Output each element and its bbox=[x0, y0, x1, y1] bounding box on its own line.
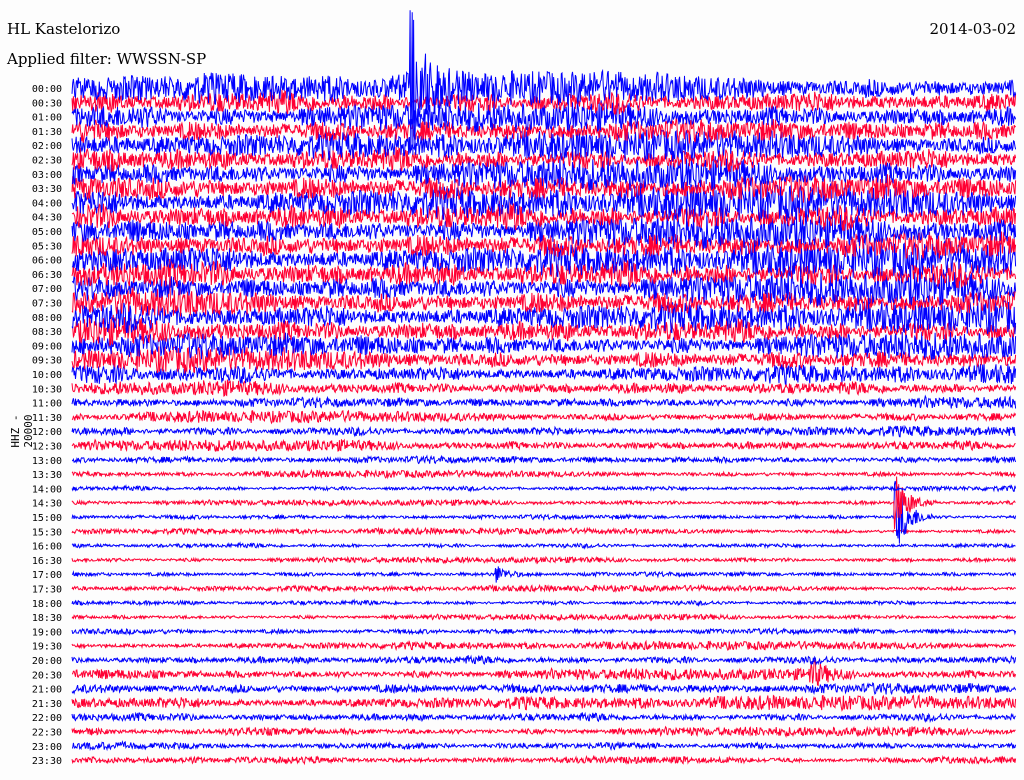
trace-row-2130 bbox=[71, 694, 1017, 712]
row-time-label: 13:30 bbox=[32, 470, 62, 481]
row-time-label: 09:00 bbox=[32, 341, 62, 352]
row-time-label: 22:00 bbox=[32, 713, 62, 724]
row-time-label: 01:00 bbox=[32, 113, 62, 124]
trace-row-1330 bbox=[71, 468, 1016, 480]
trace-row-1300 bbox=[71, 454, 1017, 465]
trace-row-1800 bbox=[71, 598, 1017, 608]
row-time-label: 16:00 bbox=[32, 542, 62, 553]
trace-row-1530 bbox=[71, 526, 1016, 536]
row-time-label: 19:00 bbox=[32, 627, 62, 638]
row-time-label: 18:00 bbox=[32, 599, 62, 610]
trace-row-2100 bbox=[71, 682, 1017, 696]
trace-row-1400 bbox=[71, 484, 1017, 493]
trace-row-1630 bbox=[71, 555, 1017, 565]
trace-row-1700 bbox=[71, 566, 1017, 583]
trace-row-1030 bbox=[71, 379, 1017, 397]
trace-row-0530 bbox=[71, 231, 1017, 260]
trace-row-1930 bbox=[71, 639, 1016, 652]
row-time-label: 20:00 bbox=[32, 656, 62, 667]
row-time-label: 05:30 bbox=[32, 241, 62, 252]
row-time-label: 04:00 bbox=[32, 198, 62, 209]
row-time-label: 06:30 bbox=[32, 270, 62, 281]
trace-row-2000 bbox=[71, 654, 1017, 666]
row-time-label: 16:30 bbox=[32, 556, 62, 567]
row-time-label: 10:30 bbox=[32, 384, 62, 395]
row-time-label: 13:00 bbox=[32, 456, 62, 467]
row-time-label: 20:30 bbox=[32, 670, 62, 681]
row-time-label: 15:30 bbox=[32, 527, 62, 538]
row-time-label: 21:30 bbox=[32, 699, 62, 710]
row-time-label: 07:00 bbox=[32, 284, 62, 295]
row-time-label: 12:00 bbox=[32, 427, 62, 438]
row-time-label: 14:00 bbox=[32, 484, 62, 495]
trace-row-1430 bbox=[71, 476, 1016, 530]
helicorder-plot: 00:00 00:30 01:00 01:30 02:00 02:30 03:00 03:30… bbox=[32, 10, 1017, 767]
row-time-label: 08:30 bbox=[32, 327, 62, 338]
row-time-label: 22:30 bbox=[32, 728, 62, 739]
row-time-label: 21:00 bbox=[32, 685, 62, 696]
row-time-label: 17:30 bbox=[32, 585, 62, 596]
row-time-label: 17:00 bbox=[32, 570, 62, 581]
row-time-label: 15:00 bbox=[32, 513, 62, 524]
row-time-label: 12:30 bbox=[32, 442, 62, 453]
row-time-label: 05:00 bbox=[32, 227, 62, 238]
row-time-label: 06:00 bbox=[32, 256, 62, 267]
row-time-label: 03:30 bbox=[32, 184, 62, 195]
row-time-label: 02:00 bbox=[32, 141, 62, 152]
row-time-label: 00:30 bbox=[32, 98, 62, 109]
trace-row-2030 bbox=[71, 658, 1017, 687]
row-time-label: 09:30 bbox=[32, 356, 62, 367]
trace-row-2200 bbox=[71, 711, 1016, 724]
row-time-label: 08:00 bbox=[32, 313, 62, 324]
row-time-label: 04:30 bbox=[32, 213, 62, 224]
trace-row-1100 bbox=[71, 394, 1017, 410]
trace-row-0900 bbox=[71, 330, 1017, 360]
row-time-label: 10:00 bbox=[32, 370, 62, 381]
trace-row-1600 bbox=[71, 541, 1016, 550]
trace-row-1830 bbox=[71, 613, 1016, 622]
row-time-label: 00:00 bbox=[32, 84, 62, 95]
row-time-label: 19:30 bbox=[32, 642, 62, 653]
trace-row-1130 bbox=[71, 409, 1017, 425]
trace-row-1730 bbox=[71, 583, 1016, 593]
trace-row-1230 bbox=[71, 438, 1016, 453]
trace-row-2230 bbox=[71, 725, 1016, 739]
trace-row-2330 bbox=[71, 754, 1017, 766]
trace-row-1200 bbox=[71, 424, 1016, 438]
trace-row-1900 bbox=[71, 626, 1017, 636]
row-time-label: 18:30 bbox=[32, 613, 62, 624]
row-time-label: 07:30 bbox=[32, 299, 62, 310]
row-time-label: 14:30 bbox=[32, 499, 62, 510]
row-time-label: 03:00 bbox=[32, 170, 62, 181]
trace-row-1500 bbox=[71, 480, 1017, 544]
row-time-label: 23:00 bbox=[32, 742, 62, 753]
row-time-label: 11:30 bbox=[32, 413, 62, 424]
trace-row-2300 bbox=[72, 740, 1017, 752]
row-time-label: 01:30 bbox=[32, 127, 62, 138]
row-time-label: 11:00 bbox=[32, 399, 62, 410]
row-time-label: 23:30 bbox=[32, 756, 62, 767]
row-time-label: 02:30 bbox=[32, 156, 62, 167]
trace-row-1000 bbox=[71, 362, 1017, 385]
